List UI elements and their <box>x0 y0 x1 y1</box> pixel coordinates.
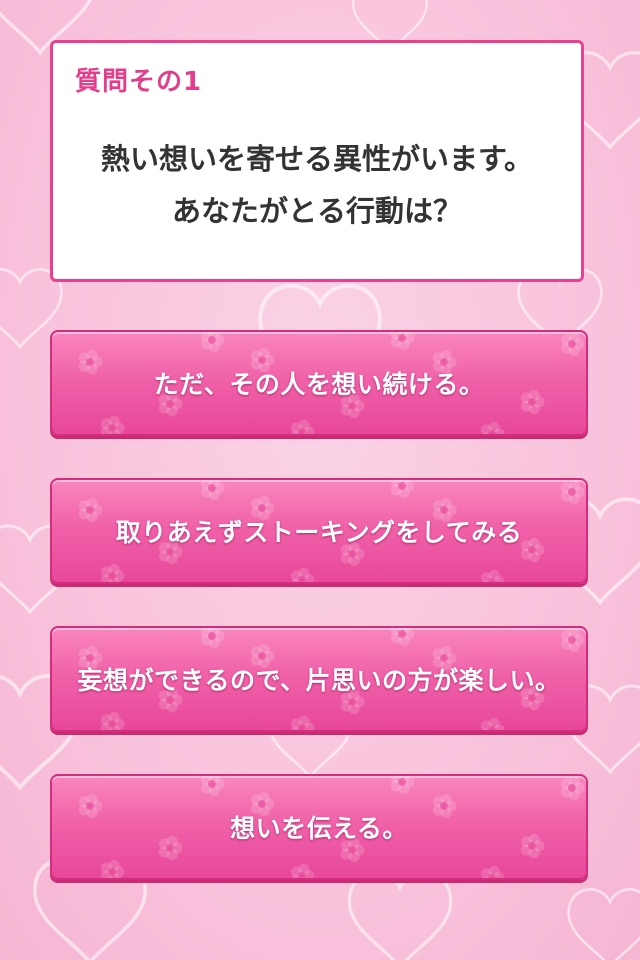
answer-label-4: 想いを伝える。 <box>230 814 408 843</box>
question-card: 質問その1 熱い想いを寄せる異性がいます。 あなたがとる行動は？ <box>50 40 584 282</box>
answer-button-1[interactable]: ただ、その人を想い続ける。 <box>50 330 588 436</box>
answer-button-2[interactable]: 取りあえずストーキングをしてみる <box>50 478 588 584</box>
answer-label-3: 妄想ができるので、片思いの方が楽しい。 <box>77 666 561 695</box>
answer-label-1: ただ、その人を想い続ける。 <box>153 370 485 399</box>
heart-outline-icon <box>347 870 453 960</box>
question-number-label: 質問その1 <box>75 67 203 97</box>
question-text-line-2: あなたがとる行動は？ <box>171 194 462 228</box>
heart-outline-icon <box>567 888 640 960</box>
question-text-line-1: 熱い想いを寄せる異性がいます。 <box>100 142 534 176</box>
answer-button-3[interactable]: 妄想ができるので、片思いの方が楽しい。 <box>50 626 588 732</box>
answer-label-2: 取りあえずストーキングをしてみる <box>115 518 523 547</box>
answer-button-4[interactable]: 想いを伝える。 <box>50 774 588 880</box>
question-text: 熱い想いを寄せる異性がいます。 あなたがとる行動は？ <box>53 133 581 237</box>
